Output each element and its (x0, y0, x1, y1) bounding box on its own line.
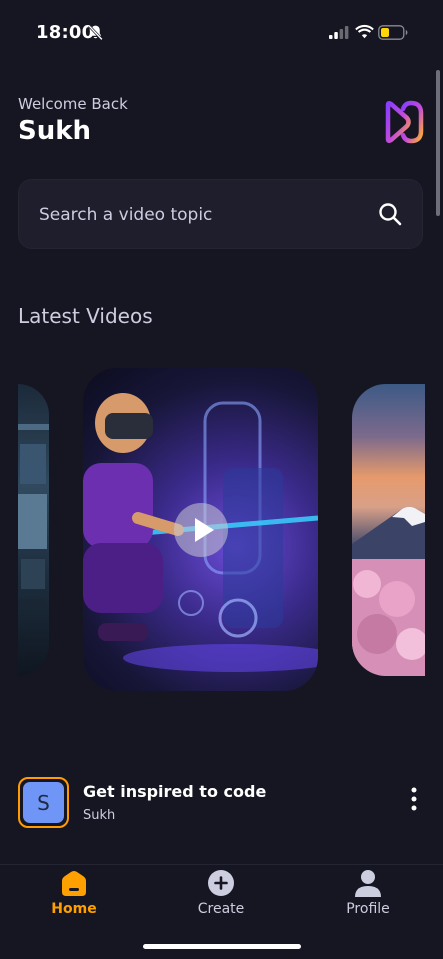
status-bar: 18:00 (0, 0, 443, 64)
play-icon (195, 518, 214, 542)
plus-circle-icon (208, 870, 234, 896)
signal-icon (329, 26, 349, 39)
latest-videos-title: Latest Videos (18, 304, 153, 328)
tab-create-label: Create (197, 901, 245, 917)
battery-icon (378, 25, 408, 40)
tab-profile[interactable]: Profile (308, 865, 428, 935)
avatar-letter: S (23, 782, 64, 823)
bell-slash-icon (88, 24, 103, 41)
home-indicator[interactable] (143, 944, 301, 949)
city-thumbnail (18, 424, 49, 607)
home-screen: 18:00 Welcome Back Sukh Search a video t… (0, 0, 443, 959)
avatar[interactable]: S (18, 777, 69, 828)
home-icon (62, 871, 86, 896)
search-placeholder: Search a video topic (39, 205, 213, 225)
profile-icon (355, 870, 381, 897)
search-input[interactable]: Search a video topic (18, 179, 423, 249)
video-card-mountain[interactable] (352, 384, 425, 676)
status-time: 18:00 (36, 22, 95, 43)
username: Sukh (18, 116, 92, 146)
scrollbar[interactable] (436, 70, 440, 216)
tab-create[interactable]: Create (161, 865, 281, 935)
tab-home[interactable]: Home (14, 865, 134, 935)
tab-home-label: Home (51, 901, 97, 917)
mount-fuji-thumbnail (352, 506, 425, 676)
welcome-text: Welcome Back (18, 95, 128, 113)
post-creator: Sukh (83, 808, 116, 823)
search-icon[interactable] (378, 202, 402, 226)
tab-profile-label: Profile (346, 901, 390, 917)
wifi-icon (355, 24, 374, 39)
play-button[interactable] (174, 503, 228, 557)
video-card-city[interactable] (18, 384, 49, 676)
more-options-icon[interactable] (410, 787, 418, 811)
post-title[interactable]: Get inspired to code (83, 782, 266, 801)
app-logo-icon (385, 100, 424, 144)
